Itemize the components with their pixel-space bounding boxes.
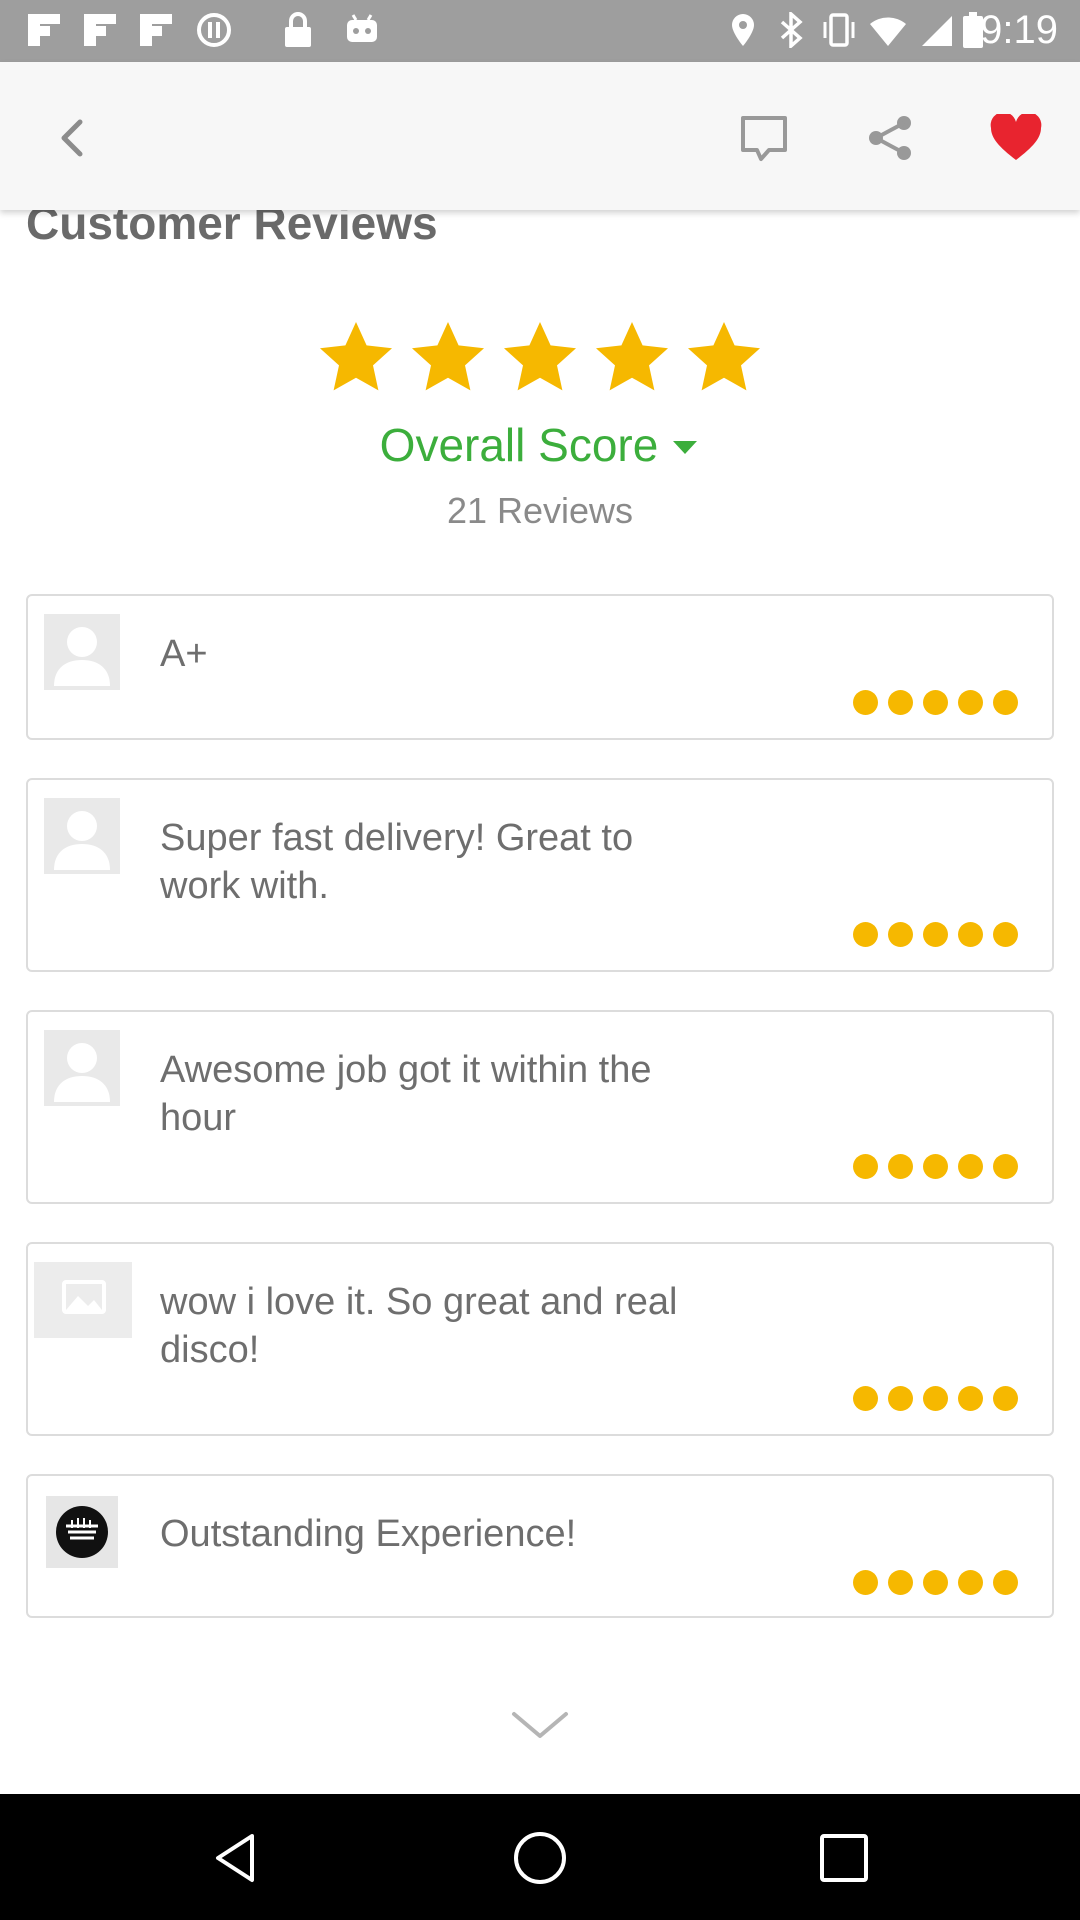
flipboard-icon xyxy=(140,14,172,46)
image-placeholder-icon xyxy=(34,1262,132,1338)
load-more-button[interactable] xyxy=(500,1700,580,1750)
comment-button[interactable] xyxy=(724,98,804,178)
rating-dot xyxy=(993,690,1018,715)
review-card[interactable]: wow i love it. So great and real disco! xyxy=(26,1242,1054,1436)
bluetooth-icon xyxy=(780,12,803,48)
android-icon xyxy=(347,14,377,42)
rating-dot xyxy=(993,922,1018,947)
user-avatar-icon xyxy=(44,1030,120,1106)
review-card[interactable]: A+ xyxy=(26,594,1054,740)
rating-dot xyxy=(888,690,913,715)
review-card[interactable]: Awesome job got it within the hour xyxy=(26,1010,1054,1204)
review-text: A+ xyxy=(160,633,208,675)
rating-dot xyxy=(923,1154,948,1179)
review-text: Super fast delivery! Great to work with. xyxy=(160,817,634,907)
review-card[interactable]: Outstanding Experience! xyxy=(26,1474,1054,1618)
chevron-left-icon xyxy=(61,119,83,157)
review-text: wow i love it. So great and real disco! xyxy=(160,1281,678,1371)
flipboard-icon xyxy=(28,14,60,46)
rating-dot xyxy=(888,1386,913,1411)
star-icon xyxy=(688,322,760,391)
user-avatar-icon xyxy=(44,614,120,690)
rating-dot xyxy=(958,1570,983,1595)
rating-dot xyxy=(923,1570,948,1595)
triangle-down-icon xyxy=(673,441,698,454)
share-icon xyxy=(869,116,911,160)
nav-back-icon[interactable] xyxy=(206,1828,266,1888)
logo-avatar-icon xyxy=(46,1496,118,1568)
signal-icon xyxy=(922,16,952,46)
review-rating-dots xyxy=(853,1570,1018,1595)
review-rating-dots xyxy=(853,690,1018,715)
rating-dot xyxy=(888,1154,913,1179)
wifi-icon xyxy=(870,17,906,46)
share-button[interactable] xyxy=(850,98,930,178)
star-icon xyxy=(320,322,392,391)
star-icon xyxy=(504,322,576,391)
rating-dot xyxy=(993,1386,1018,1411)
overall-score-toggle[interactable]: Overall Score xyxy=(0,418,1080,472)
flipboard-icon xyxy=(84,14,116,46)
star-icon xyxy=(596,322,668,391)
review-card[interactable]: Super fast delivery! Great to work with. xyxy=(26,778,1054,972)
data-saver-icon xyxy=(197,13,231,47)
nav-recents-icon[interactable] xyxy=(814,1828,874,1888)
rating-dot xyxy=(923,922,948,947)
heart-icon xyxy=(990,114,1042,160)
rating-dot xyxy=(958,1154,983,1179)
rating-dot xyxy=(888,922,913,947)
rating-dot xyxy=(993,1154,1018,1179)
rating-dot xyxy=(853,690,878,715)
app-bar xyxy=(0,62,1080,210)
rating-dot xyxy=(853,922,878,947)
rating-dot xyxy=(923,690,948,715)
status-bar: 9:19 xyxy=(0,0,1080,62)
system-nav-bar xyxy=(0,1794,1080,1920)
status-time: 9:19 xyxy=(980,8,1058,52)
rating-dot xyxy=(993,1570,1018,1595)
rating-dot xyxy=(853,1154,878,1179)
star-icon xyxy=(412,322,484,391)
rating-dot xyxy=(923,1386,948,1411)
overall-score-label: Overall Score xyxy=(379,419,659,471)
review-rating-dots xyxy=(853,1154,1018,1179)
rating-dot xyxy=(853,1386,878,1411)
review-text: Outstanding Experience! xyxy=(160,1513,577,1555)
review-rating-dots xyxy=(853,1386,1018,1411)
rating-dot xyxy=(958,1386,983,1411)
rating-dot xyxy=(958,922,983,947)
review-text: Awesome job got it within the hour xyxy=(160,1049,652,1139)
back-button[interactable] xyxy=(34,98,114,178)
user-avatar-icon xyxy=(44,798,120,874)
review-rating-dots xyxy=(853,922,1018,947)
nav-home-icon[interactable] xyxy=(510,1828,570,1888)
favorite-button[interactable] xyxy=(976,98,1056,178)
location-icon xyxy=(732,14,754,46)
rating-dot xyxy=(958,690,983,715)
review-count: 21 Reviews xyxy=(446,490,634,531)
chevron-down-icon xyxy=(512,1712,568,1738)
lock-icon xyxy=(285,12,311,47)
vibrate-icon xyxy=(823,13,855,47)
rating-dot xyxy=(853,1570,878,1595)
overall-rating-stars xyxy=(0,320,1080,392)
rating-dot xyxy=(888,1570,913,1595)
comment-icon xyxy=(741,116,787,161)
